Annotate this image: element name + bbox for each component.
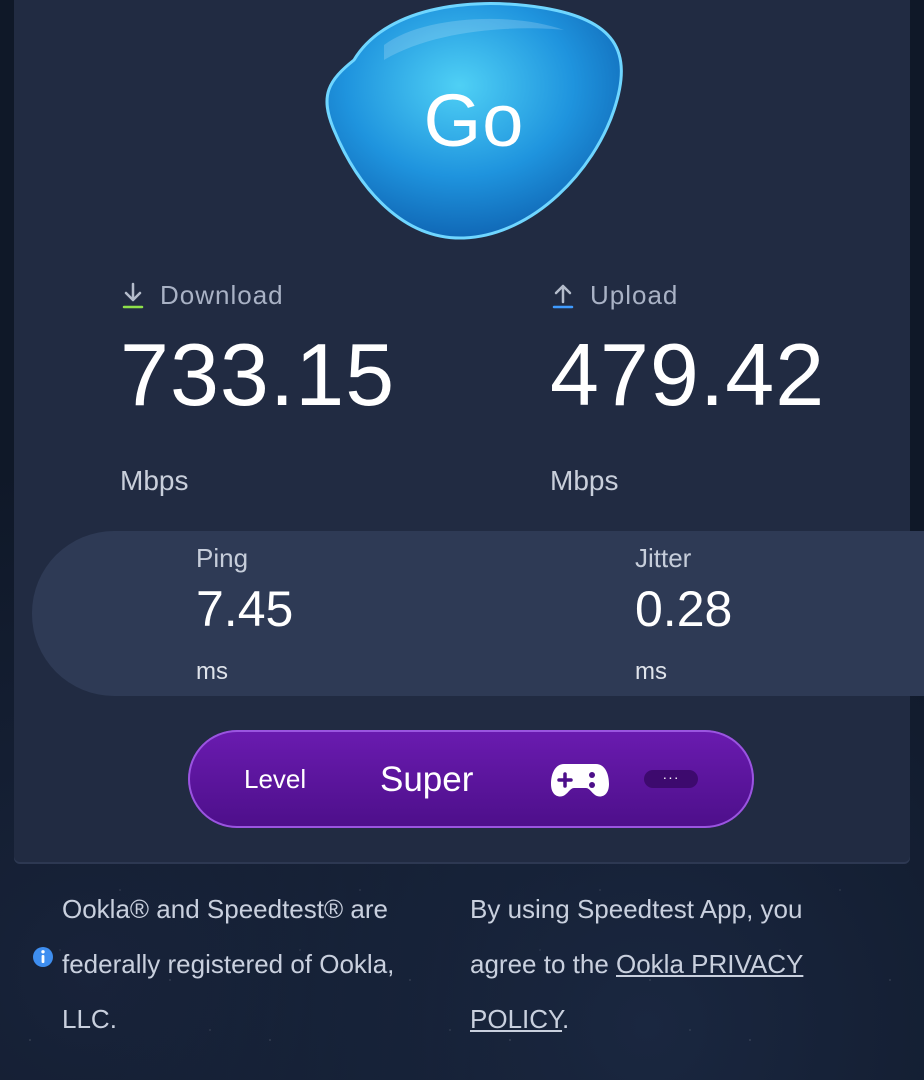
speedtest-screen: Go Download 733.15 Mbps Upload 479.42 Mb… — [0, 0, 924, 1080]
results-panel: Go Download 733.15 Mbps Upload 479.42 Mb… — [14, 0, 910, 862]
download-arrow-icon — [122, 282, 144, 308]
upload-arrow-icon — [552, 284, 574, 308]
go-button[interactable]: Go — [314, 0, 624, 240]
download-header: Download — [120, 280, 395, 311]
ping-value: 7.45 — [196, 581, 294, 637]
level-value: Super — [380, 760, 474, 799]
jitter-unit: ms — [635, 658, 667, 685]
ping-label: Ping — [196, 543, 249, 573]
download-value: 733.15 — [120, 325, 396, 424]
level-pill[interactable]: Level Super ··· — [188, 730, 754, 828]
ping-unit: ms — [196, 658, 228, 685]
download-metric: Download 733.15 Mbps — [120, 280, 395, 497]
jitter-label: Jitter — [635, 543, 692, 573]
upload-value: 479.42 — [550, 325, 826, 424]
download-unit: Mbps — [120, 465, 189, 496]
jitter-value: 0.28 — [635, 581, 733, 637]
jitter-metric: Jitter 0.28 ms — [635, 543, 732, 686]
latency-card: Ping 7.45 ms Jitter 0.28 ms — [32, 531, 924, 696]
upload-metric: Upload 479.42 Mbps — [550, 280, 825, 497]
upload-unit: Mbps — [550, 465, 619, 496]
upload-header: Upload — [550, 280, 825, 311]
trademark-notice: Ookla® and Speedtest® are federally regi… — [62, 894, 395, 1034]
ping-metric: Ping 7.45 ms — [196, 543, 293, 686]
gamepad-icon — [551, 764, 609, 797]
more-button[interactable]: ··· — [644, 770, 698, 788]
level-label: Level — [244, 764, 307, 794]
privacy-notice: By using Speedtest App, you agree to the… — [470, 882, 870, 1047]
upload-label: Upload — [590, 280, 679, 310]
info-icon[interactable] — [32, 946, 54, 968]
go-label: Go — [423, 79, 525, 162]
download-label: Download — [160, 280, 284, 310]
privacy-suffix: . — [562, 1004, 570, 1034]
